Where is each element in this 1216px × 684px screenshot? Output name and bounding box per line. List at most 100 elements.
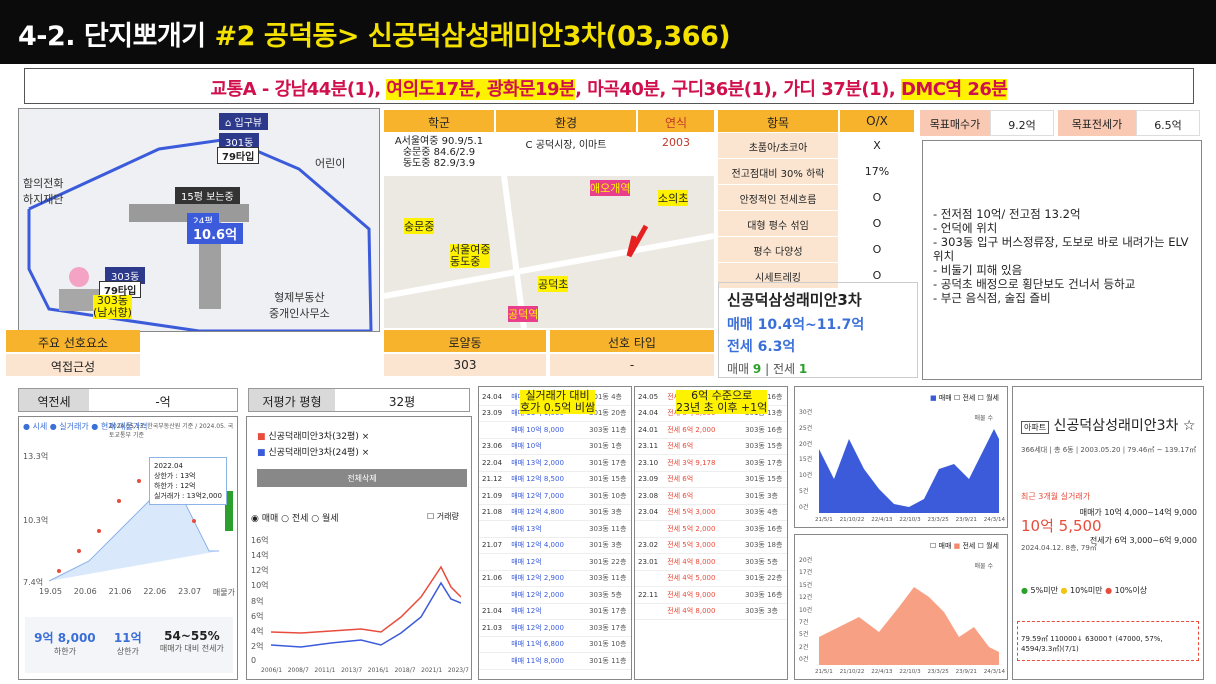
price-24-tag: 10.6억 xyxy=(187,223,244,244)
trade-cell: 301동 3층 xyxy=(589,541,622,550)
axis-label: 2023/7 xyxy=(447,667,469,674)
price-stats: 9억 8,000 하한가 11억 상한가 54~55% 매매가 대비 전세가 xyxy=(25,617,233,673)
axis-label: 23/3/25 xyxy=(927,517,949,523)
axis-label: 0 xyxy=(251,656,257,665)
compare-item-32[interactable]: ■ 신공덕래미안3차(32평) × xyxy=(257,429,369,442)
compare-radios[interactable]: ◉ 매매 ○ 전세 ○ 월세 xyxy=(251,511,339,524)
target-buy-label: 목표매수가 xyxy=(920,110,990,136)
school-map[interactable]: 숭문중 서울여중 동도중 공덕초 소의초 공덕역 애오개역 xyxy=(384,176,714,328)
trade-row: 매매 10억 8,000 303동 11층 xyxy=(479,422,631,439)
trade-cell: 23.10 xyxy=(638,458,659,467)
trade-cell: 303동 3층 xyxy=(745,607,778,616)
axis-label: 21/5/1 xyxy=(815,669,833,675)
chart-x-axis: 19.05 20.06 21.06 22.06 23.07 매물가 xyxy=(39,587,235,597)
preferred-type-header: 선호 타입 xyxy=(550,330,714,352)
trade-cell: 303동 11층 xyxy=(589,524,627,533)
sale-volume-chart[interactable]: ■ 매매 ☐ 전세 ☐ 월세 매물 수 30건 25건 20건 15건 10건 5건 0건 … xyxy=(794,386,1008,528)
axis-label: 22/10/3 xyxy=(899,517,921,523)
axis-label: 25건 xyxy=(799,424,813,432)
trade-cell: 매매 12억 2,000 xyxy=(511,623,564,632)
building-303-note: 303동 (남서향) xyxy=(93,294,132,319)
target-buy-value: 9.2억 xyxy=(990,110,1054,136)
sale-volume-plot xyxy=(819,429,999,513)
low-price-size: 저평가 평형 32평 xyxy=(248,388,470,412)
trade-cell: 21.07 xyxy=(482,541,503,550)
trade-row: 23.01 전세 4억 8,000 303동 5층 xyxy=(635,554,787,571)
price-history-chart[interactable]: ● 시세 ● 실거래가 ● 현재 매물가격 2024.05.13. 한국부동산원… xyxy=(18,416,238,680)
checklist-item: 평수 다양성 xyxy=(718,237,838,262)
trade-cell: 전세 3억 9,178 xyxy=(667,458,716,467)
chart-tooltip: 2022.04 상한가 : 13억 하한가 : 12억 실거래가 : 13억2,000 xyxy=(149,457,227,505)
compare-chart[interactable]: ■ 신공덕래미안3차(32평) × ■ 신공덕래미안3차(24평) × 전체삭제… xyxy=(246,416,472,680)
reverse-value: -억 xyxy=(155,395,171,409)
trade-cell: 21.03 xyxy=(482,623,503,632)
trade-cell: 24.05 xyxy=(638,392,659,401)
checklist-row: 전고점대비 30% 하락 17% xyxy=(718,159,914,184)
axis-label: 2013/7 xyxy=(341,667,363,674)
checklist-header-item: 항목 xyxy=(718,110,838,132)
trade-row: 21.12 매매 12억 8,500 301동 15층 xyxy=(479,472,631,488)
checklist-row: 대형 평수 섞임 O xyxy=(718,211,914,236)
trade-cell: 22.11 xyxy=(638,590,659,599)
trade-cell: 매매 13억 xyxy=(511,524,542,533)
checklist-item: 대형 평수 섞임 xyxy=(718,211,838,236)
trade-cell: 21.12 xyxy=(482,475,503,484)
trade-cell: 301동 15층 xyxy=(589,475,627,484)
trade-cell: 303동 4층 xyxy=(745,508,778,517)
summary-info: 366세대 | 총 6동 | 2003.05.20 | 79.46㎡ ~ 139… xyxy=(1021,446,1197,454)
trade-row: 23.06 매매 10억 301동 1층 xyxy=(479,439,631,455)
axis-label: 5건 xyxy=(799,488,809,496)
volume-checkbox[interactable]: ☐ 거래량 xyxy=(427,511,459,522)
axis-label: 23/3/25 xyxy=(927,669,949,675)
compare-item-24[interactable]: ■ 신공덕래미안3차(24평) × xyxy=(257,445,369,458)
axis-label: 2018/7 xyxy=(394,667,416,674)
trade-row: 전세 5억 2,000 303동 16층 xyxy=(635,521,787,538)
jeonse-volume-legend[interactable]: ☐ 매매 ■ 전세 ☐ 월세 xyxy=(930,541,999,551)
checklist: 항목 O/X 초품아/초코아 X 전고점대비 30% 하락 17% 안정적인 전세흐름 O… xyxy=(718,110,914,288)
complex-map[interactable]: ⌂ 입구뷰 301동 79타입 15평 보는중 24평 10.6억 303동 7… xyxy=(18,108,380,332)
map-label-foundation: 함의전화 하지재단 xyxy=(23,177,64,206)
axis-label: 6억 xyxy=(251,611,264,621)
axis-label: 2008/7 xyxy=(287,667,309,674)
clear-all-button[interactable]: 전체삭제 xyxy=(257,469,467,487)
trade-cell: 전세 5억 2,000 xyxy=(667,524,716,533)
trade-cell: 21.08 xyxy=(482,508,503,517)
sale-volume-legend[interactable]: ■ 매매 ☐ 전세 ☐ 월세 xyxy=(930,393,999,403)
map-label-realtor: 형제부동산 중개인사무소 xyxy=(269,291,330,320)
axis-label: 24/3/14 xyxy=(983,517,1005,523)
trade-cell: 전세 4억 8,000 xyxy=(667,607,716,616)
axis-label: 0건 xyxy=(799,503,809,511)
trade-cell: 303동 16층 xyxy=(745,524,783,533)
trade-cell: 301동 17층 xyxy=(589,458,627,467)
trade-cell: 매매 10억 xyxy=(511,442,542,451)
royal-dong-header: 로얄동 xyxy=(384,330,546,352)
recent-label: 최근 3개월 실거래가 xyxy=(1021,492,1091,501)
axis-label: 22/4/13 xyxy=(871,517,893,523)
axis-label: 10건 xyxy=(799,606,813,614)
royal-dong-value: 303 xyxy=(384,354,546,376)
jeonse-volume-chart[interactable]: ☐ 매매 ■ 전세 ☐ 월세 매물 수 20건 17건 15건 12건 10건 7건 5건 2… xyxy=(794,534,1008,680)
entrance-view-tag[interactable]: ⌂ 입구뷰 xyxy=(219,113,269,130)
royal-header: 로얄동 선호 타입 xyxy=(384,330,714,352)
axis-label: 8억 xyxy=(251,596,264,606)
trade-row: 23.11 전세 6억 303동 15층 xyxy=(635,439,787,455)
axis-label: 2011/1 xyxy=(314,667,336,674)
trade-cell: 303동 5층 xyxy=(745,557,778,566)
checklist-row: 평수 다양성 O xyxy=(718,237,914,262)
note-item: - 공덕초 배정으로 횡단보도 건너서 등하교 xyxy=(933,277,1136,291)
axis-label: 10건 xyxy=(799,472,813,480)
trade-row: 매매 12억 2,000 303동 5층 xyxy=(479,587,631,604)
trade-cell: 301동 11층 xyxy=(589,656,627,665)
y-label-top: 13.3억 xyxy=(23,452,49,461)
trade-cell: 303동 17층 xyxy=(589,623,627,632)
trade-row: 21.08 매매 12억 4,800 301동 3층 xyxy=(479,505,631,521)
jeonse-range: 전세가 6억 3,000~6억 9,000 xyxy=(1089,536,1197,545)
trade-row: 23.08 전세 6억 301동 3층 xyxy=(635,488,787,505)
summary-card: 아파트 신공덕삼성래미안3차 ☆ 366세대 | 총 6동 | 2003.05.… xyxy=(1012,386,1204,680)
trade-cell: 매매 11억 6,800 xyxy=(511,640,564,649)
axis-label: 30건 xyxy=(799,409,813,416)
trade-row: 24.01 전세 6억 2,000 303동 16층 xyxy=(635,422,787,439)
trade-cell: 301동 22층 xyxy=(745,574,783,583)
trade-cell: 301동 10층 xyxy=(589,491,627,500)
notes-box: - 전저점 10억/ 전고점 13.2억 - 언덕에 위치 - 303동 입구 버스… xyxy=(922,140,1202,380)
